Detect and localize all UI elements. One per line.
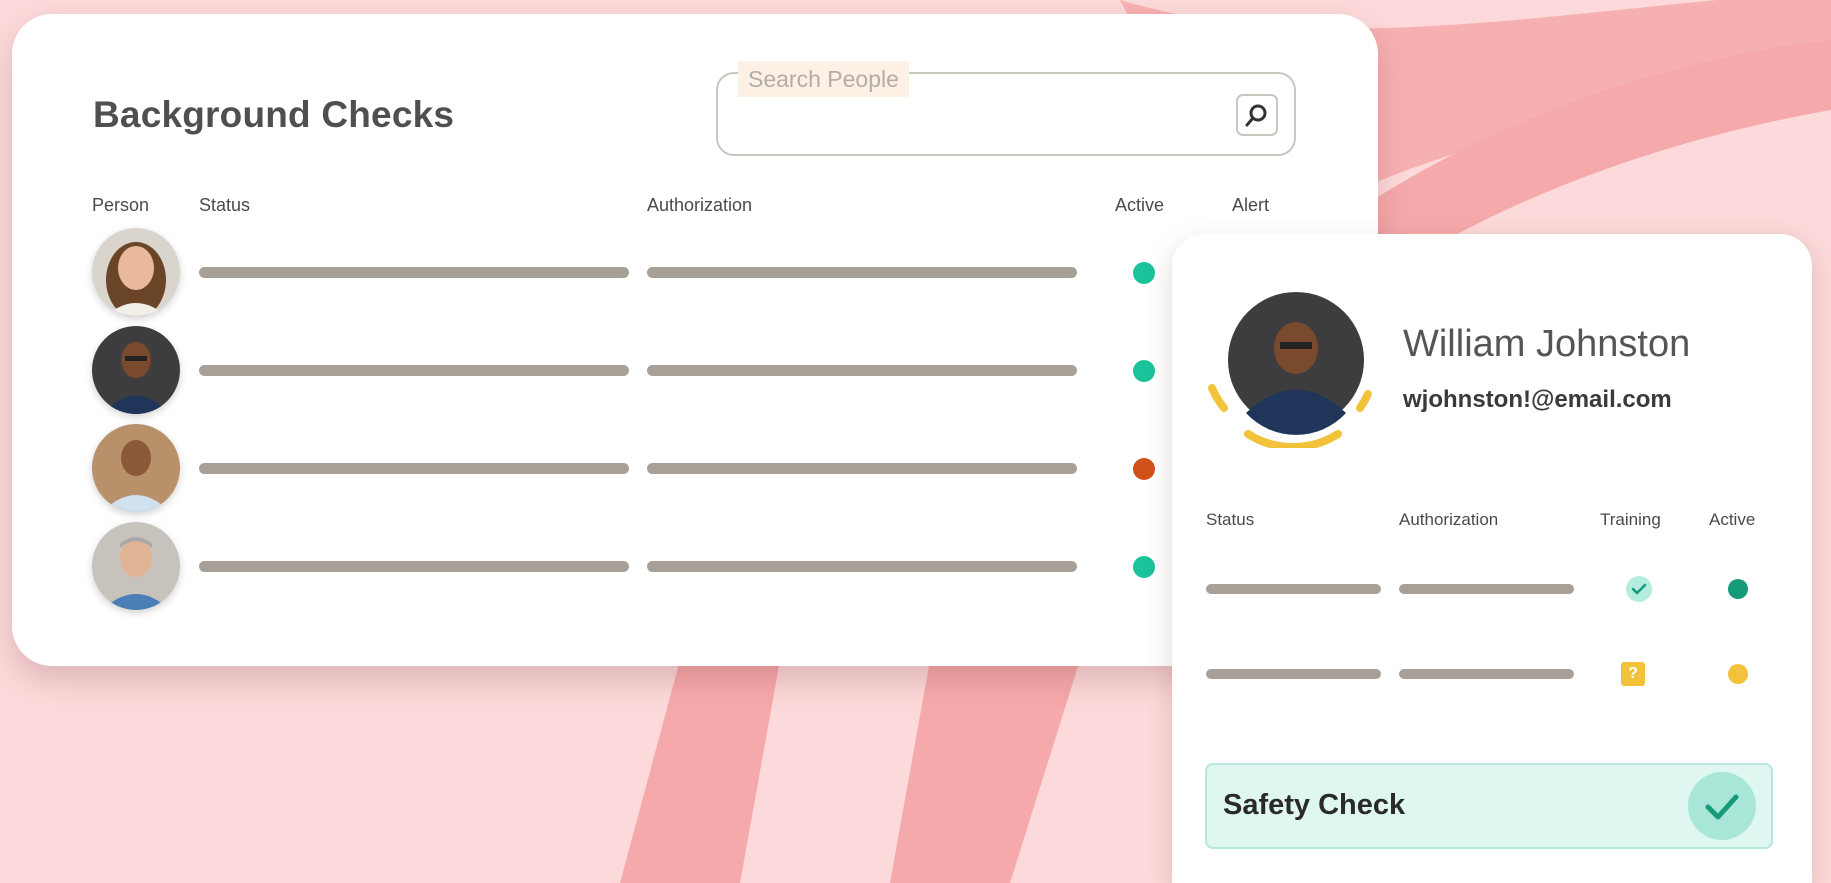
search-icon — [1245, 104, 1267, 127]
man-striped-shirt-avatar[interactable] — [92, 424, 180, 512]
column-header-person: Person — [92, 195, 150, 215]
active-status-dot — [1133, 556, 1155, 578]
status-bar — [199, 267, 629, 278]
authorization-bar — [647, 463, 1077, 474]
search-placeholder: Search People — [738, 61, 909, 97]
profile-active-dot — [1728, 664, 1748, 684]
man-glasses-avatar[interactable] — [92, 326, 180, 414]
training-complete-icon — [1626, 576, 1652, 602]
profile-column-active: Active — [1709, 510, 1756, 529]
column-header-alert: Alert — [1232, 195, 1270, 215]
authorization-bar — [647, 267, 1077, 278]
profile-column-status: Status — [1206, 510, 1255, 529]
profile-column-authorization: Authorization — [1399, 510, 1499, 529]
profile-authorization-bar — [1399, 584, 1574, 594]
alert-status-dot — [1133, 458, 1155, 480]
profile-detail-card: William Johnston wjohnston!@email.com St… — [1172, 234, 1812, 883]
active-status-dot — [1133, 360, 1155, 382]
profile-email: wjohnston!@email.com — [1403, 386, 1672, 413]
authorization-bar — [647, 561, 1077, 572]
profile-status-bar — [1206, 669, 1381, 679]
status-bar — [199, 561, 629, 572]
page-title: Background Checks — [93, 94, 455, 135]
search-button[interactable] — [1236, 94, 1278, 136]
column-header-authorization: Authorization — [647, 195, 753, 215]
active-status-dot — [1133, 262, 1155, 284]
status-bar — [199, 463, 629, 474]
checkmark-icon — [1688, 772, 1756, 840]
search-input[interactable]: Search People — [716, 61, 1296, 156]
profile-authorization-bar — [1399, 669, 1574, 679]
man-gray-hair-avatar[interactable] — [92, 522, 180, 610]
status-bar — [199, 365, 629, 376]
authorization-bar — [647, 365, 1077, 376]
column-header-active: Active — [1115, 195, 1165, 215]
training-pending-icon: ? — [1621, 662, 1645, 686]
profile-name: William Johnston — [1403, 323, 1691, 365]
profile-status-bar — [1206, 584, 1381, 594]
profile-avatar[interactable] — [1208, 278, 1378, 448]
profile-column-training: Training — [1600, 510, 1661, 529]
profile-active-dot — [1728, 579, 1748, 599]
safety-check-label: Safety Check — [1223, 789, 1406, 821]
safety-check-panel[interactable]: Safety Check — [1205, 763, 1773, 849]
column-header-status: Status — [199, 195, 251, 215]
woman-avatar[interactable] — [92, 228, 180, 316]
